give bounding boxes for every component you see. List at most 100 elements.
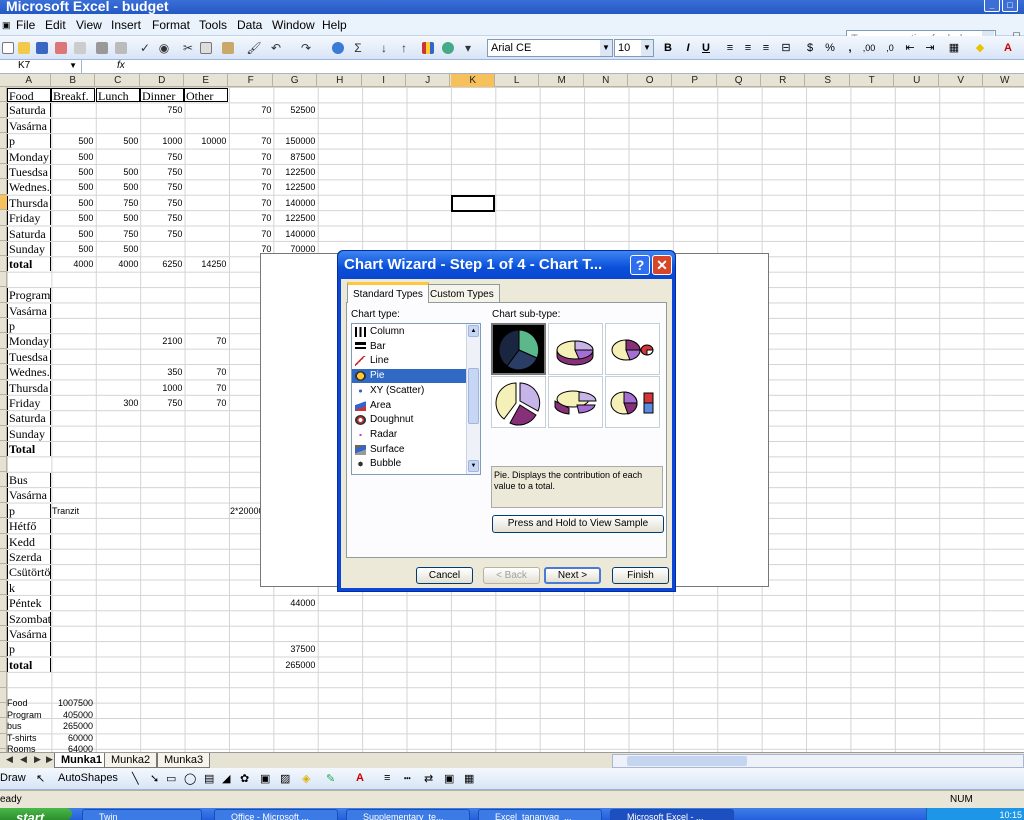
row-label-cell[interactable]: Thursda [7,380,52,395]
value-cell[interactable]: 750 [140,103,184,117]
italic-button[interactable]: I [680,40,696,56]
menu-window[interactable]: Window [272,18,315,32]
row-header[interactable] [0,688,7,703]
row-label-cell[interactable]: Bus [7,473,52,487]
new-icon[interactable] [0,40,16,56]
row-header[interactable] [0,272,7,288]
chart-subtype-tile[interactable] [491,376,546,428]
chart-subtype-tile[interactable] [548,376,603,428]
row-header[interactable] [0,410,7,426]
value-cell[interactable]: 500 [96,180,140,194]
active-cell-k7[interactable] [451,195,495,212]
menu-tools[interactable]: Tools [199,18,227,32]
chart-type-area[interactable]: Area [352,399,466,413]
row-label-cell[interactable]: Friday [7,211,52,226]
value-cell[interactable]: 70 [229,134,273,148]
chart-subtype-grid[interactable] [491,323,662,429]
column-header-c[interactable]: C [96,74,141,87]
row-header[interactable] [0,87,7,103]
autosum-icon[interactable]: Σ [350,40,366,56]
3d-style-icon[interactable]: ▦ [464,772,474,785]
row-header[interactable] [0,472,7,488]
underline-button[interactable]: U [698,40,714,56]
summary-value-cell[interactable]: 405000 [51,709,95,721]
row-header[interactable] [0,364,7,380]
row-label-cell[interactable]: Hétfő [7,519,52,534]
help-button[interactable]: ? [630,255,650,275]
value-cell[interactable]: 4000 [96,257,140,271]
borders-icon[interactable]: ▦ [946,40,962,56]
paste-icon[interactable] [220,40,236,56]
row-header[interactable] [0,149,7,164]
font-dropdown-icon[interactable]: ▼ [600,40,612,56]
hyperlink-icon[interactable] [330,40,346,56]
menu-data[interactable]: Data [237,18,262,32]
next-sheet-icon[interactable]: ▶ [34,754,41,765]
line-style-icon[interactable]: ≡ [384,772,390,784]
row-label-cell[interactable]: Sunday [7,426,52,441]
value-cell[interactable]: 6250 [140,257,184,271]
taskbar-item-twin[interactable]: Twin [82,809,202,820]
value-cell[interactable]: 10000 [184,134,228,148]
value-cell[interactable]: 70 [229,165,273,179]
scroll-down-icon[interactable]: ▼ [468,460,479,472]
comma-button[interactable]: , [842,40,858,56]
line-color-icon[interactable]: ✎ [326,772,335,785]
row-label-cell[interactable]: Kedd [7,534,52,549]
value-cell[interactable]: 750 [140,396,184,410]
row-label-cell[interactable]: Vasárna [7,303,52,318]
format-painter-icon[interactable]: 🖌 [246,40,262,56]
row-header[interactable] [0,487,7,503]
rectangle-icon[interactable]: ▭ [166,772,176,785]
column-header-r[interactable]: R [761,74,806,87]
row-header[interactable] [0,580,7,596]
value-cell[interactable]: 750 [96,196,140,210]
research-icon[interactable]: ◉ [156,40,172,56]
row-header[interactable] [0,380,7,395]
row-label-cell[interactable]: Tuesdsa [7,349,52,364]
summary-value-cell[interactable]: 64000 [51,743,95,752]
row-label-cell[interactable]: total [7,257,52,272]
value-cell[interactable]: 70 [184,396,228,410]
value-cell[interactable]: 70 [229,227,273,241]
row-header[interactable] [0,441,7,457]
print-icon[interactable] [94,40,110,56]
column-header-f[interactable]: F [229,74,274,87]
column-header-t[interactable]: T [850,74,895,87]
sort-descending-icon[interactable]: ↑ [396,40,412,56]
value-cell[interactable]: 500 [51,227,95,241]
value-cell[interactable]: 2100 [140,334,184,348]
value-cell[interactable]: 70 [229,180,273,194]
sheet-tab-munka3[interactable]: Munka3 [157,753,211,768]
name-box-dropdown-icon[interactable]: ▼ [69,60,77,72]
header-cell[interactable]: Lunch [96,88,141,102]
row-label-cell[interactable]: Tuesdsa [7,165,52,179]
align-center-icon[interactable]: ≡ [740,40,756,56]
font-color-icon[interactable]: A [1000,40,1016,56]
column-header-b[interactable]: B [51,74,96,87]
row-header[interactable] [0,626,7,642]
row-label-cell[interactable]: p [7,642,52,657]
chart-subtype-tile[interactable] [605,376,660,428]
fill-color-icon[interactable]: ◆ [972,40,988,56]
horizontal-scrollbar[interactable] [612,754,1024,768]
row-label-cell[interactable]: Friday [7,396,52,410]
chart-subtype-tile[interactable] [491,323,546,375]
row-header[interactable] [0,518,7,534]
value-cell[interactable]: 37500 [273,642,317,656]
header-cell[interactable]: Other [184,88,229,102]
menu-insert[interactable]: Insert [111,18,141,32]
select-objects-icon[interactable]: ↖ [36,772,45,785]
row-header[interactable] [0,102,7,118]
font-size-dropdown-icon[interactable]: ▼ [641,40,653,56]
back-button[interactable]: < Back [483,567,540,584]
value-cell[interactable]: 44000 [273,596,317,610]
value-cell[interactable]: 70 [184,381,228,395]
row-header[interactable] [0,194,7,211]
header-cell[interactable]: Dinner [140,88,185,102]
column-header-p[interactable]: P [673,74,718,87]
chart-type-doughnut[interactable]: Doughnut [352,413,466,427]
row-label-cell[interactable]: Sunday [7,242,52,256]
summary-label-cell[interactable]: Rooms [7,743,51,752]
copy-icon[interactable] [198,40,214,56]
